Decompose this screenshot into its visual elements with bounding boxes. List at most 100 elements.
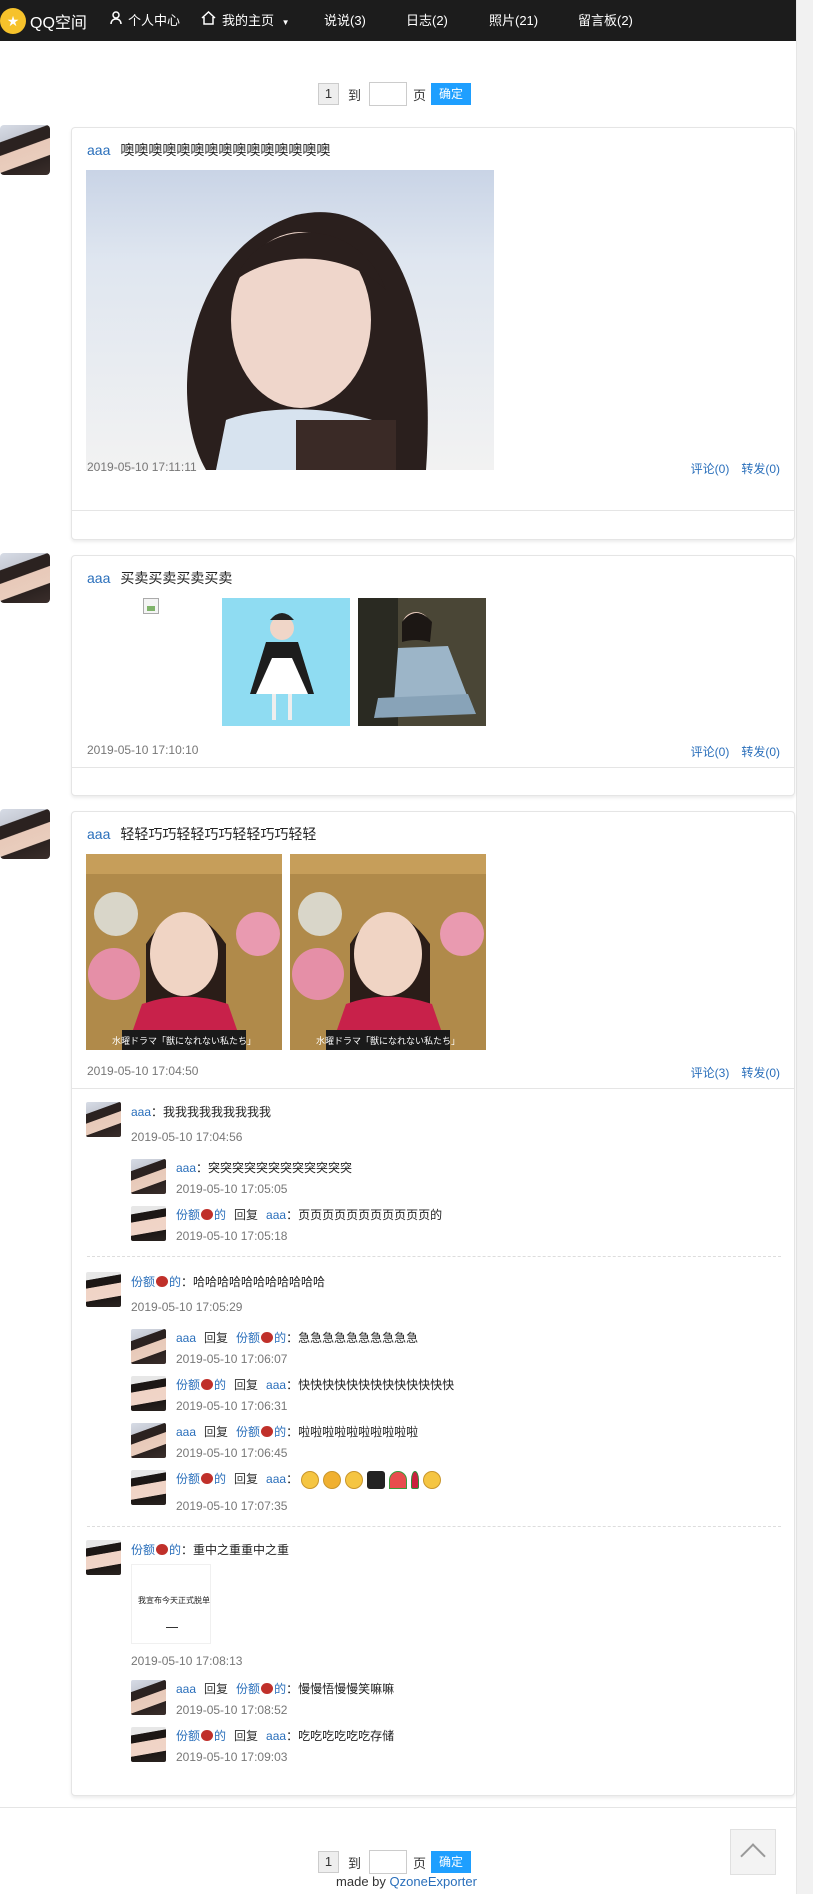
page-number[interactable]: 1 <box>318 1851 339 1873</box>
broken-image-icon[interactable] <box>143 598 159 614</box>
ladybug-icon <box>201 1379 214 1390</box>
post-photo[interactable]: 水曜ドラマ「獣になれない私たち」 <box>290 854 486 1050</box>
page-jump-input[interactable] <box>369 82 408 106</box>
reply-avatar[interactable] <box>131 1470 166 1505</box>
reply-word: 回复 <box>234 1472 259 1486</box>
emoji-moon-icon <box>423 1470 442 1489</box>
reply-target[interactable]: aaa <box>266 1729 286 1743</box>
caret-down-icon: ▼ <box>281 18 290 27</box>
reply-avatar[interactable] <box>131 1423 166 1458</box>
post-photo[interactable] <box>358 598 486 726</box>
reply-avatar[interactable] <box>131 1680 166 1715</box>
logo[interactable]: ★ QQ空间 <box>0 7 87 35</box>
reply-text: ：吃吃吃吃吃吃存储 <box>286 1729 395 1743</box>
pager-top: 1 到 页 确定 <box>318 82 472 106</box>
reply-author[interactable]: 份额的 <box>176 1729 226 1743</box>
comment-author[interactable]: 份额的 <box>131 1275 181 1289</box>
person-icon <box>110 0 122 41</box>
reply-avatar[interactable] <box>131 1159 166 1194</box>
nav-guestbook[interactable]: 留言板(2) <box>578 0 633 41</box>
reply-author[interactable]: 份额的 <box>176 1378 226 1392</box>
ladybug-icon <box>261 1332 274 1343</box>
post-author[interactable]: aaa <box>87 142 110 158</box>
nav-shuoshuo[interactable]: 说说(3) <box>324 0 366 41</box>
comment-time: 2019-05-10 17:08:13 <box>131 1654 243 1668</box>
chevron-up-icon <box>740 1843 766 1869</box>
post-actions: 评论(0) 转发(0) <box>691 460 780 477</box>
reply-author[interactable]: 份额的 <box>176 1472 226 1486</box>
ladybug-icon <box>261 1683 274 1694</box>
reply-target[interactable]: 份额的 <box>236 1682 286 1696</box>
qzone-exporter-link[interactable]: QzoneExporter <box>390 1874 477 1889</box>
reply-text: ：页页页页页页页页页页页的 <box>286 1208 443 1222</box>
pager-to-label: 到 <box>348 87 362 103</box>
reply-avatar[interactable] <box>131 1206 166 1241</box>
made-by-label: made by <box>336 1874 386 1889</box>
comment-avatar[interactable] <box>86 1102 121 1137</box>
reply-target[interactable]: 份额的 <box>236 1331 286 1345</box>
post-time: 2019-05-10 17:04:50 <box>87 1064 199 1078</box>
comment-avatar[interactable] <box>86 1272 121 1307</box>
page-confirm-button[interactable]: 确定 <box>431 83 472 105</box>
photo-caption: 水曜ドラマ「獣になれない私たち」 <box>316 1035 460 1047</box>
nav-blog[interactable]: 日志(2) <box>406 0 448 41</box>
comment-author[interactable]: aaa <box>131 1105 151 1119</box>
share-link[interactable]: 转发(0) <box>741 745 780 759</box>
comment-avatar[interactable] <box>86 1540 121 1575</box>
reply-avatar[interactable] <box>131 1727 166 1762</box>
page-jump-input[interactable] <box>369 1850 408 1874</box>
page-confirm-button[interactable]: 确定 <box>431 1851 472 1873</box>
reply-line: 份额的回复 aaa：吃吃吃吃吃吃存储 <box>176 1727 394 1744</box>
nav-shuoshuo-label: 说说(3) <box>324 13 366 28</box>
comment-link[interactable]: 评论(0) <box>691 745 730 759</box>
page-number[interactable]: 1 <box>318 83 339 105</box>
reply-time: 2019-05-10 17:06:45 <box>176 1446 288 1460</box>
share-link[interactable]: 转发(0) <box>741 462 780 476</box>
nav-my-homepage[interactable]: 我的主页 ▼ <box>201 0 290 41</box>
post-photo[interactable] <box>222 598 350 726</box>
post-photo[interactable] <box>86 170 494 470</box>
avatar[interactable] <box>0 125 50 175</box>
ladybug-icon <box>261 1426 274 1437</box>
comment-link[interactable]: 评论(0) <box>691 462 730 476</box>
post-author[interactable]: aaa <box>87 826 110 842</box>
scrollbar[interactable] <box>796 0 813 1894</box>
reply-word: 回复 <box>234 1378 259 1392</box>
reply-target[interactable]: aaa <box>266 1472 286 1486</box>
pager-page-label: 页 <box>413 87 427 103</box>
avatar[interactable] <box>0 809 50 859</box>
comment-author[interactable]: 份额的 <box>131 1543 181 1557</box>
reply-author[interactable]: aaa <box>176 1161 196 1175</box>
post-time: 2019-05-10 17:11:11 <box>87 460 197 474</box>
post-footer <box>72 510 794 511</box>
reply-word: 回复 <box>204 1682 229 1696</box>
reply-author[interactable]: aaa <box>176 1425 196 1439</box>
reply-target[interactable]: aaa <box>266 1208 286 1222</box>
reply-line: aaa 回复 份额 的：急急急急急急急急急急 <box>176 1329 418 1346</box>
pager-bottom: 1 到 页 确定 <box>318 1850 472 1874</box>
reply-avatar[interactable] <box>131 1329 166 1364</box>
nav-photos[interactable]: 照片(21) <box>489 0 538 41</box>
reply-author[interactable]: aaa <box>176 1331 196 1345</box>
post-author[interactable]: aaa <box>87 570 110 586</box>
reply-line: 份额的回复 aaa： <box>176 1470 445 1489</box>
reply-author[interactable]: aaa <box>176 1682 196 1696</box>
reply-author[interactable]: 份额的 <box>176 1208 226 1222</box>
post-photo[interactable]: 水曜ドラマ「獣になれない私たち」 <box>86 854 282 1050</box>
post-time: 2019-05-10 17:10:10 <box>87 743 199 757</box>
reply-target[interactable]: aaa <box>266 1378 286 1392</box>
reply-text: ：突突突突突突突突突突突突 <box>196 1161 353 1175</box>
reply-text: ：啦啦啦啦啦啦啦啦啦啦 <box>286 1425 419 1439</box>
post-card: aaa 买卖买卖买卖买卖 2019-05-10 17:10:10 评论(0) 转发(… <box>71 555 795 796</box>
reply-target[interactable]: 份额的 <box>236 1425 286 1439</box>
reply-avatar[interactable] <box>131 1376 166 1411</box>
reply-time: 2019-05-10 17:06:07 <box>176 1352 288 1366</box>
back-to-top-button[interactable] <box>730 1829 776 1875</box>
nav-personal-center[interactable]: 个人中心 <box>110 0 180 41</box>
avatar[interactable] <box>0 553 50 603</box>
share-link[interactable]: 转发(0) <box>741 1066 780 1080</box>
comment-line: 份额 的：重中之重重中之重 <box>131 1541 289 1558</box>
comment-image[interactable]: 我宣布今天正式脱单 <box>131 1564 211 1644</box>
comment-link[interactable]: 评论(3) <box>691 1066 730 1080</box>
pager-to-label: 到 <box>348 1855 362 1871</box>
